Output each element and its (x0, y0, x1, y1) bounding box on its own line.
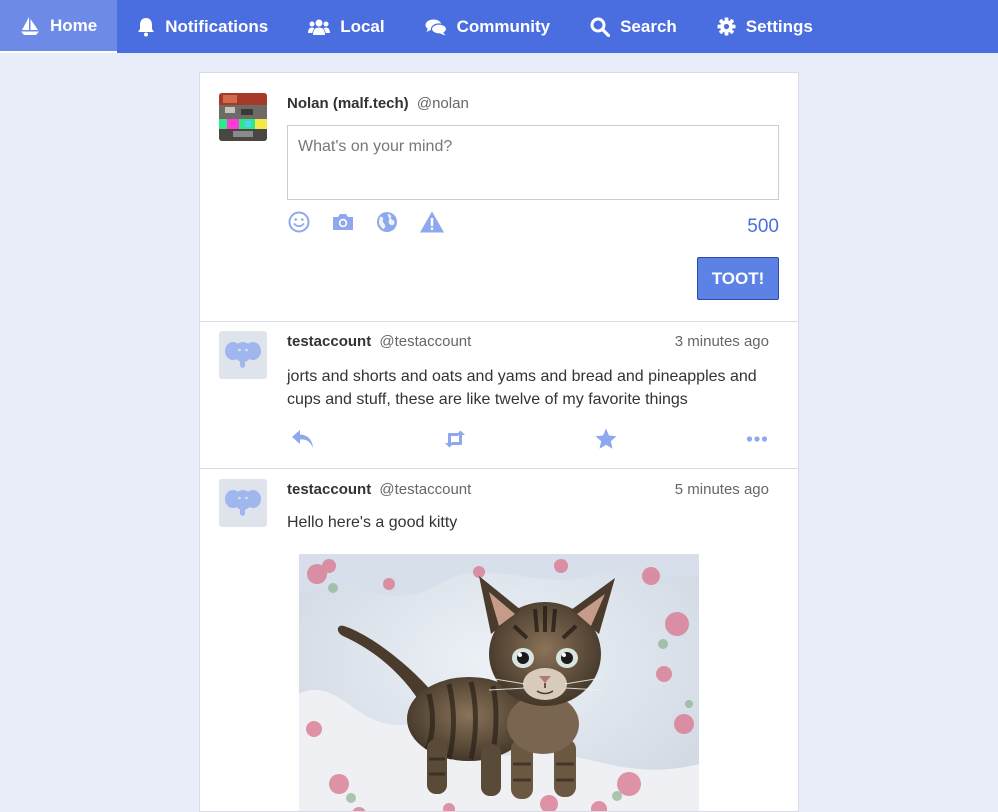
nav-local-label: Local (340, 16, 385, 36)
avatar[interactable] (219, 331, 267, 379)
top-nav: Home Notifications Local Community Searc… (0, 0, 998, 53)
nav-notifications[interactable]: Notifications (117, 0, 288, 53)
reply-icon[interactable] (289, 425, 317, 453)
bell-icon (138, 17, 155, 36)
compose-input[interactable] (287, 125, 779, 200)
elephant-icon (225, 490, 261, 516)
status-content: jorts and shorts and oats and yams and b… (287, 368, 757, 408)
kitten-photo[interactable] (299, 554, 699, 811)
account-handle: @testaccount (379, 333, 472, 350)
status-timestamp[interactable]: 3 minutes ago (675, 333, 769, 350)
avatar[interactable] (219, 479, 267, 527)
boost-icon[interactable] (441, 425, 469, 453)
status-author[interactable]: testaccount @testaccount (287, 333, 471, 350)
warning-icon[interactable] (419, 210, 444, 234)
emoji-icon[interactable] (287, 210, 311, 234)
compose-toolbar (287, 210, 444, 234)
nav-local[interactable]: Local (288, 0, 404, 53)
nav-community-label: Community (456, 16, 551, 36)
globe-icon[interactable] (375, 210, 399, 234)
status-content: Hello here's a good kitty (287, 514, 458, 531)
nav-search-label: Search (620, 16, 677, 36)
status-timestamp[interactable]: 5 minutes ago (675, 481, 769, 498)
nav-community[interactable]: Community (405, 0, 571, 53)
nav-search[interactable]: Search (570, 0, 697, 53)
users-icon (308, 19, 331, 35)
sailboat-icon (21, 16, 39, 35)
status-author[interactable]: testaccount @testaccount (287, 481, 471, 498)
compose-account: Nolan (malf.tech) @nolan (287, 95, 469, 112)
character-count: 500 (747, 216, 779, 237)
nav-home-label: Home (50, 15, 98, 35)
nav-home[interactable]: Home (0, 0, 118, 53)
status-item[interactable]: testaccount @testaccount 5 minutes ago H… (200, 469, 798, 811)
search-icon (590, 17, 611, 37)
display-name: testaccount (287, 481, 372, 498)
account-handle: @testaccount (379, 481, 472, 498)
avatar[interactable] (219, 93, 267, 141)
display-name: Nolan (malf.tech) (287, 95, 409, 112)
favorite-icon[interactable] (592, 425, 620, 453)
account-handle: @nolan (416, 95, 469, 112)
status-item[interactable]: testaccount @testaccount 3 minutes ago j… (200, 321, 798, 469)
elephant-icon (225, 342, 261, 368)
nav-notifications-label: Notifications (165, 16, 269, 36)
more-icon[interactable] (743, 425, 771, 453)
display-name: testaccount (287, 333, 372, 350)
timeline-column: Nolan (malf.tech) @nolan What's on your … (199, 72, 799, 812)
status-toolbar (287, 425, 781, 453)
camera-icon[interactable] (331, 210, 355, 234)
comments-icon (425, 19, 447, 35)
nav-settings[interactable]: Settings (697, 0, 833, 53)
gear-icon (717, 17, 736, 36)
compose-box: Nolan (malf.tech) @nolan What's on your … (200, 73, 798, 322)
nav-settings-label: Settings (745, 16, 813, 36)
toot-button[interactable]: TOOT! (697, 257, 779, 300)
